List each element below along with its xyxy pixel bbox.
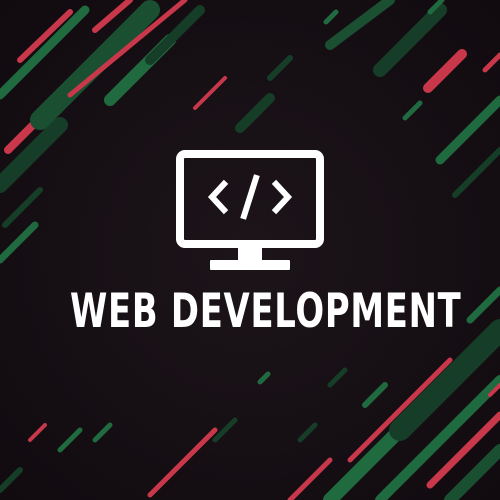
page-title: WEB DEVELOPMENT [70,284,462,339]
code-brackets-icon [207,174,293,220]
monitor-code-icon [176,150,324,270]
banner-canvas: WEB DEVELOPMENT [0,0,500,500]
